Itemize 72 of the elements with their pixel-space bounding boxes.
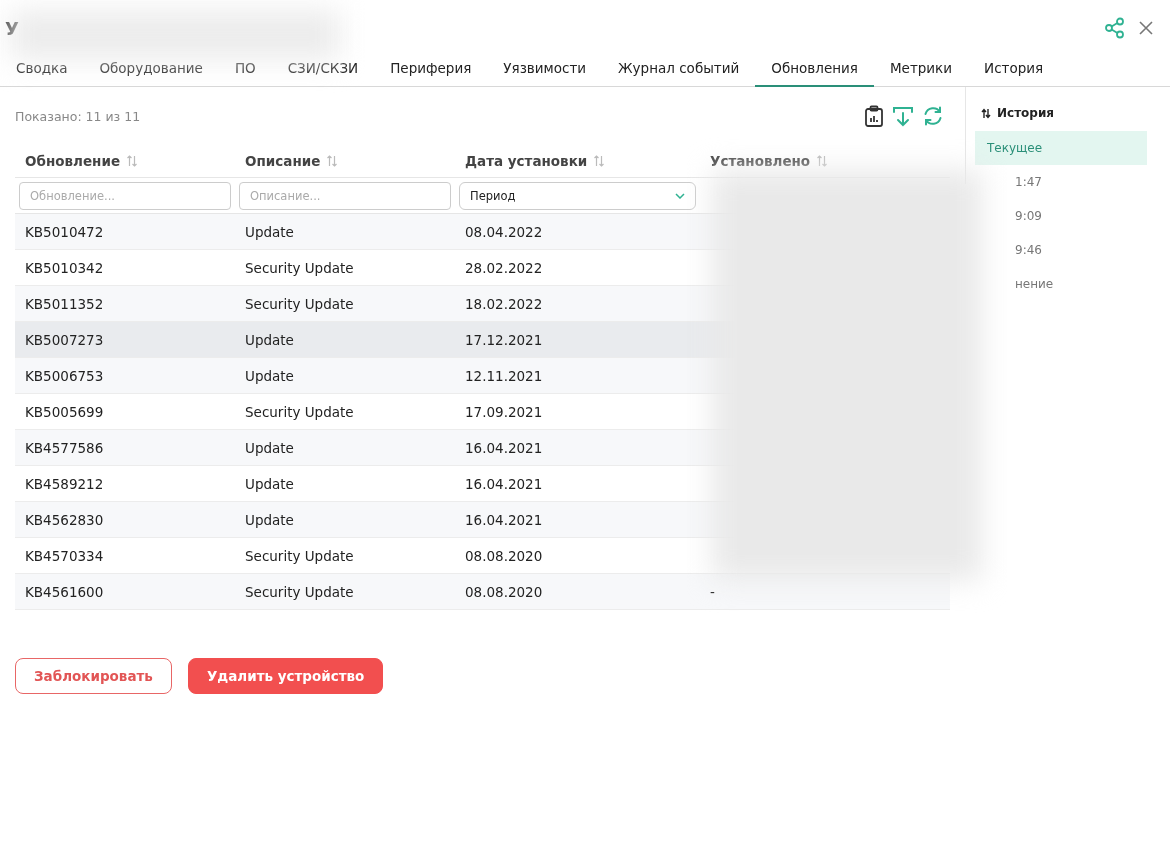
table-cell: KB5010472 [25,223,104,240]
table-cell: Security Update [245,583,354,600]
refresh-icon[interactable] [922,105,944,127]
sort-icon[interactable] [326,155,339,167]
filter-field[interactable]: Обновление... [19,182,231,210]
table-cell: 08.08.2020 [465,547,543,564]
history-item[interactable]: Текущее [975,131,1147,165]
table-cell: KB4561600 [25,583,104,600]
table-cell: 17.09.2021 [465,403,543,420]
column-header[interactable]: Дата установки [465,153,588,169]
tab[interactable]: Сводка [0,60,84,87]
shown-count: Показано: 11 из 11 [15,108,141,124]
swap-icon [981,107,991,119]
sort-icon[interactable] [126,155,139,167]
history-item[interactable]: 1:47 [1015,165,1042,199]
clipboard-chart-icon[interactable] [864,105,884,127]
tab[interactable]: История [968,60,1060,87]
table-cell: Update [245,223,294,240]
chevron-down-icon [675,193,685,199]
tab[interactable]: Оборудование [83,60,219,87]
history-item[interactable]: 9:09 [1015,199,1042,233]
tab[interactable]: Метрики [873,60,969,87]
table-cell: 08.04.2022 [465,223,543,240]
table-cell: Update [245,331,294,348]
table-cell: KB4570334 [25,547,104,564]
table-cell: KB4562830 [25,511,104,528]
history-item[interactable]: 9:46 [1015,233,1042,267]
period-dropdown[interactable]: Период [459,182,696,210]
table-cell: Security Update [245,259,354,276]
column-header[interactable]: Обновление [25,153,121,169]
table-cell: KB5006753 [25,367,104,384]
tab[interactable]: ПО [218,60,272,87]
table-cell: KB5010342 [25,259,104,276]
filter-field[interactable]: Описание... [239,182,451,210]
table-cell: 28.02.2022 [465,259,543,276]
table-cell: 16.04.2021 [465,439,543,456]
table-cell: 08.08.2020 [465,583,543,600]
download-icon[interactable] [892,105,914,127]
tab[interactable]: Периферия [374,60,488,87]
table-cell: Security Update [245,403,354,420]
table-cell: 12.11.2021 [465,367,543,384]
table-cell: Security Update [245,295,354,312]
table-cell: KB4577586 [25,439,104,456]
table-cell: KB5007273 [25,331,104,348]
table-cell: 18.02.2022 [465,295,543,312]
table-cell: Update [245,439,294,456]
table-cell: 16.04.2021 [465,511,543,528]
table-cell: 17.12.2021 [465,331,543,348]
table-cell: Security Update [245,547,354,564]
table-cell: KB4589212 [25,475,104,492]
block-button[interactable]: Заблокировать [15,658,172,694]
table-cell: Update [245,367,294,384]
history-title: История [997,106,1055,120]
sort-icon[interactable] [816,155,829,167]
tab[interactable]: Обновления [755,60,874,87]
tab[interactable]: СЗИ/СКЗИ [271,60,375,87]
table-cell: Update [245,475,294,492]
tab[interactable]: Журнал событий [602,60,756,87]
column-header[interactable]: Установлено [710,153,811,169]
table-cell: KB5005699 [25,403,104,420]
table-cell: KB5011352 [25,295,104,312]
share-icon[interactable] [1104,17,1126,39]
window-title: У [5,17,19,39]
tab[interactable]: Уязвимости [487,60,603,87]
table-cell: 16.04.2021 [465,475,543,492]
table-cell: Update [245,511,294,528]
close-icon[interactable] [1138,20,1154,36]
column-header[interactable]: Описание [245,153,321,169]
sort-icon[interactable] [593,155,606,167]
delete-button[interactable]: Удалить устройство [187,658,384,694]
table-cell: - [710,583,715,600]
history-item[interactable]: нение [1015,267,1054,301]
